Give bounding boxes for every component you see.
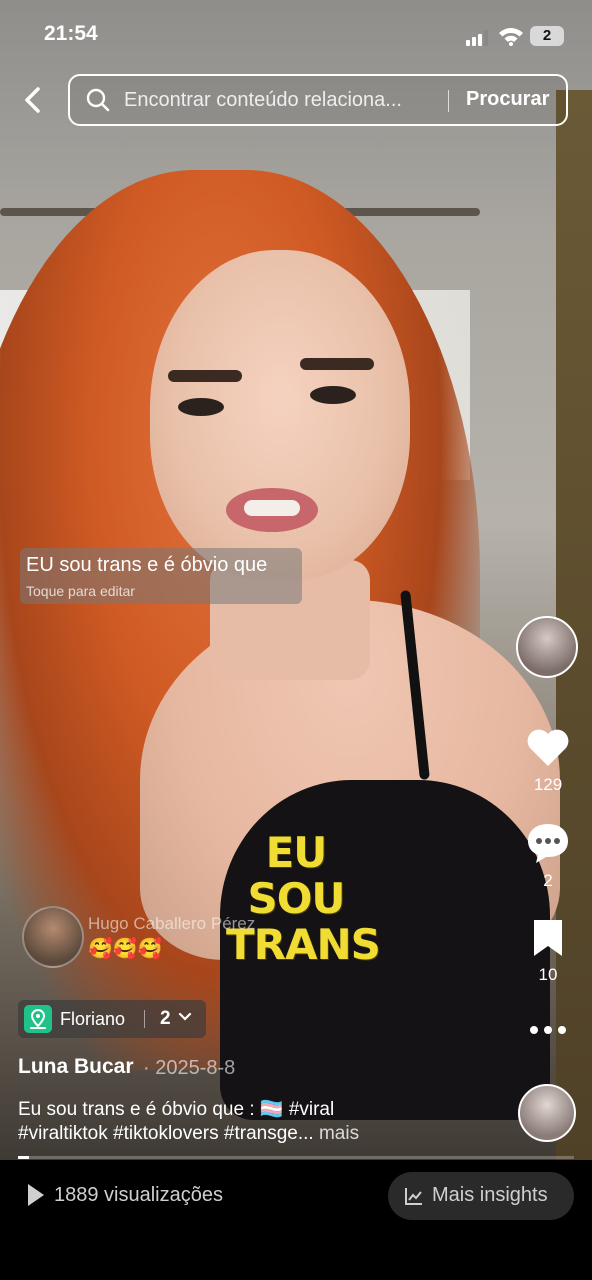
bottom-bar: 1889 visualizações Mais insights bbox=[0, 1162, 592, 1280]
status-time: 21:54 bbox=[44, 22, 98, 45]
subject-mouth bbox=[226, 488, 318, 532]
subject-face bbox=[150, 250, 410, 580]
search-bar[interactable]: Encontrar conteúdo relaciona... Procurar bbox=[68, 74, 568, 126]
post-date: · 2025-8-8 bbox=[143, 1057, 236, 1079]
floating-comment[interactable]: Hugo Caballero Pérez 🥰🥰🥰 bbox=[20, 904, 290, 968]
insights-label: Mais insights bbox=[432, 1184, 548, 1206]
chevron-down-icon bbox=[178, 1012, 191, 1021]
views-count: 1889 visualizações bbox=[28, 1184, 223, 1207]
battery-icon: 2 bbox=[530, 26, 564, 46]
left-eye bbox=[178, 398, 224, 416]
caption-text: EU sou trans e é óbvio que bbox=[26, 554, 268, 576]
location-pin-icon bbox=[24, 1005, 52, 1033]
like-count: 129 bbox=[533, 775, 563, 794]
right-eye bbox=[310, 386, 356, 404]
save-count: 10 bbox=[538, 965, 558, 984]
heart-icon bbox=[527, 729, 569, 766]
video-progress-bar[interactable] bbox=[18, 1156, 574, 1159]
caption-overlay[interactable]: EU sou trans e é óbvio que Toque para ed… bbox=[20, 548, 302, 604]
description-line-1: Eu sou trans e é óbvio que : 🏳️‍⚧️ #vira… bbox=[18, 1099, 335, 1120]
search-divider bbox=[448, 90, 449, 112]
search-icon bbox=[86, 88, 110, 112]
search-button[interactable]: Procurar bbox=[466, 88, 549, 111]
search-input[interactable]: Encontrar conteúdo relaciona... bbox=[124, 89, 444, 112]
bookmark-icon bbox=[534, 920, 562, 956]
chart-line-icon bbox=[405, 1188, 422, 1205]
play-icon bbox=[28, 1184, 44, 1206]
back-arrow-icon[interactable] bbox=[20, 86, 48, 114]
commenter-avatar bbox=[22, 906, 84, 968]
insights-button[interactable]: Mais insights bbox=[388, 1172, 574, 1220]
caption-hint: Toque para editar bbox=[26, 583, 135, 599]
music-disc[interactable] bbox=[518, 1084, 576, 1142]
description-line-2: #viraltiktok #tiktoklovers #transge... m… bbox=[18, 1123, 360, 1144]
wifi-icon bbox=[499, 28, 523, 46]
video-screen[interactable]: 21:54 2 Encontrar conteúdo relaciona... … bbox=[0, 0, 592, 1280]
more-dots-icon bbox=[530, 1026, 566, 1034]
save-button[interactable]: 10 bbox=[520, 918, 576, 985]
comment-button[interactable]: 2 bbox=[520, 822, 576, 891]
like-button[interactable]: 129 bbox=[520, 728, 576, 795]
cell-signal-icon bbox=[466, 30, 490, 46]
comment-bubble-icon bbox=[528, 824, 568, 863]
left-brow bbox=[168, 370, 242, 382]
creator-avatar[interactable] bbox=[516, 616, 578, 678]
comment-count: 2 bbox=[543, 871, 553, 890]
commenter-name: Hugo Caballero Pérez bbox=[88, 914, 256, 933]
comment-text: 🥰🥰🥰 bbox=[88, 938, 163, 960]
more-options-button[interactable] bbox=[520, 1020, 576, 1045]
post-description[interactable]: Eu sou trans e é óbvio que : 🏳️‍⚧️ #vira… bbox=[18, 1098, 518, 1146]
location-count: 2 bbox=[160, 1008, 192, 1030]
location-name: Floriano bbox=[60, 1009, 126, 1029]
status-bar: 21:54 2 bbox=[0, 16, 592, 56]
right-brow bbox=[300, 358, 374, 370]
location-separator bbox=[144, 1010, 145, 1028]
more-link[interactable]: mais bbox=[314, 1123, 359, 1144]
location-chip[interactable]: Floriano 2 bbox=[18, 1000, 206, 1038]
video-progress-fill bbox=[18, 1156, 30, 1159]
post-author[interactable]: Luna Bucar bbox=[18, 1055, 134, 1079]
